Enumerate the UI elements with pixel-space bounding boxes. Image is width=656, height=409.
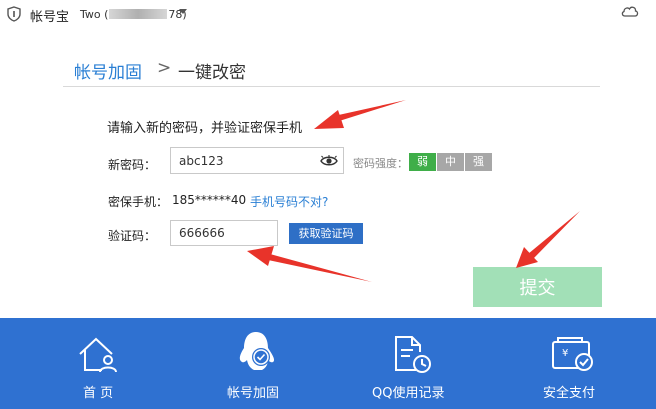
nav-item-secure-payment[interactable]: ¥ 安全支付	[528, 318, 624, 409]
title-bar: 帐号宝 Two (78)	[0, 0, 656, 30]
breadcrumb-separator: >	[157, 58, 172, 78]
strength-weak-indicator: 弱	[409, 153, 436, 171]
nav-item-home[interactable]: 首 页	[50, 318, 146, 409]
nav-label-secure-payment: 安全支付	[543, 386, 596, 401]
phone-number: 185******40	[172, 193, 247, 207]
account-prefix: Two (	[80, 8, 109, 21]
get-code-button[interactable]: 获取验证码	[289, 223, 363, 244]
nav-label-qq-usage-records: QQ使用记录	[372, 386, 445, 401]
password-strength-label: 密码强度：	[353, 157, 408, 170]
nav-item-qq-usage-records[interactable]: QQ使用记录	[362, 318, 458, 409]
arrow-to-submit	[516, 211, 580, 268]
phone-label: 密保手机：	[108, 195, 169, 209]
nav-label-home: 首 页	[83, 386, 114, 401]
arrow-to-code-input	[247, 246, 372, 282]
arrow-to-instruction	[314, 100, 406, 129]
wrong-phone-link[interactable]: 手机号码不对?	[250, 193, 328, 210]
masked-account-number	[109, 9, 168, 19]
cloud-icon[interactable]	[620, 3, 640, 19]
wallet-check-icon: ¥	[552, 337, 593, 371]
strength-medium-indicator: 中	[437, 153, 464, 171]
verification-code-label: 验证码：	[108, 229, 157, 243]
shield-logo-icon	[7, 6, 21, 22]
account-selector[interactable]: Two (78)	[80, 8, 187, 21]
svg-text:¥: ¥	[562, 348, 568, 359]
document-clock-icon	[395, 336, 431, 373]
strength-strong-indicator: 强	[465, 153, 492, 171]
app-title: 帐号宝	[30, 10, 70, 25]
breadcrumb-parent[interactable]: 帐号加固	[74, 58, 142, 83]
breadcrumb-divider	[63, 86, 600, 87]
chevron-down-icon[interactable]	[179, 9, 187, 14]
home-user-icon	[79, 337, 117, 373]
eye-icon[interactable]	[320, 155, 338, 167]
verification-code-input[interactable]	[170, 220, 278, 246]
page-title: 一键改密	[178, 63, 246, 83]
nav-item-account-hardening[interactable]: 帐号加固	[208, 318, 304, 409]
nav-label-account-hardening: 帐号加固	[227, 386, 280, 401]
new-password-input[interactable]	[170, 147, 344, 174]
submit-button[interactable]: 提交	[473, 267, 602, 307]
form-instruction: 请输入新的密码，并验证密保手机	[107, 121, 303, 136]
new-password-label: 新密码：	[108, 158, 157, 172]
qq-penguin-shield-icon	[239, 332, 275, 370]
bottom-nav: 首 页 帐号加固 QQ使用记录 ¥ 安全支付	[0, 318, 656, 409]
